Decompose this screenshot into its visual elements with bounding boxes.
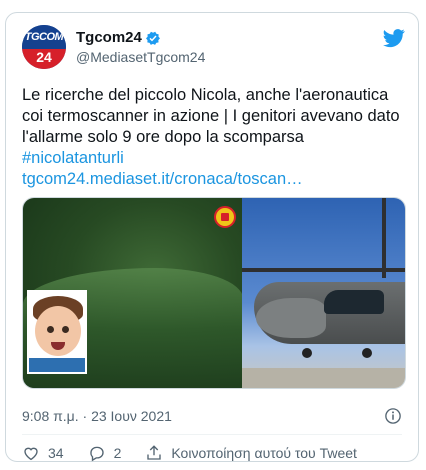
divider xyxy=(22,434,402,435)
verified-badge-icon xyxy=(145,31,160,45)
like-button[interactable]: 34 xyxy=(22,444,64,462)
avatar-text-top: TGCOM xyxy=(24,31,64,43)
tweet-text: Le ricerche del piccolo Nicola, anche l'… xyxy=(22,85,406,190)
ground xyxy=(241,368,405,388)
thermal-search-photo[interactable] xyxy=(23,198,243,388)
hashtag-link[interactable]: #nicolatanturli xyxy=(22,149,124,167)
share-label: Κοινοποίηση αυτού του Tweet xyxy=(171,445,357,461)
helicopter-photo[interactable] xyxy=(241,198,405,388)
reply-count: 2 xyxy=(113,445,122,461)
tweet-card[interactable]: TGCOM 24 Tgcom24 @MediasetTgcom24 Le ric… xyxy=(5,12,419,462)
avatar[interactable]: TGCOM 24 xyxy=(22,25,66,69)
article-link[interactable]: tgcom24.mediaset.it/cronaca/toscan… xyxy=(22,170,303,188)
avatar-text-bottom: 24 xyxy=(36,49,52,65)
child-photo xyxy=(27,290,87,374)
info-icon[interactable] xyxy=(384,407,402,425)
media-grid xyxy=(22,197,406,389)
reply-button[interactable]: 2 xyxy=(88,444,122,462)
account-name[interactable]: Tgcom24 xyxy=(76,29,142,46)
tweet-timestamp[interactable]: 9:08 π.μ. · 23 Ιουν 2021 xyxy=(22,408,172,424)
heart-icon xyxy=(24,447,38,461)
account-handle[interactable]: @MediasetTgcom24 xyxy=(76,49,205,65)
reply-icon xyxy=(89,446,104,462)
account-name-row: Tgcom24 xyxy=(76,29,161,46)
tweet-body: Le ricerche del piccolo Nicola, anche l'… xyxy=(22,86,400,146)
share-button[interactable]: Κοινοποίηση αυτού του Tweet xyxy=(145,444,357,462)
rotor-blade xyxy=(241,268,405,272)
share-icon xyxy=(147,445,162,460)
rescue-logo-icon xyxy=(213,206,236,228)
action-bar: 34 2 Κοινοποίηση αυτού του Tweet xyxy=(22,443,381,463)
twitter-bird-icon[interactable] xyxy=(382,27,406,49)
like-count: 34 xyxy=(48,445,64,461)
